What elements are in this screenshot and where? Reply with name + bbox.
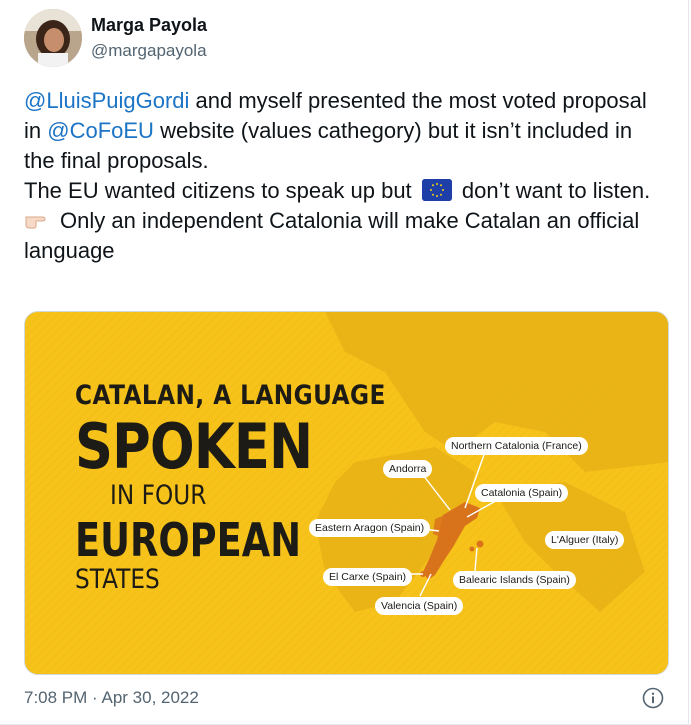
map-label: Northern Catalonia (France): [445, 437, 588, 455]
image-headline-line5: STATES: [75, 564, 160, 595]
eu-flag-icon: [421, 179, 452, 201]
map-label: L'Alguer (Italy): [545, 531, 625, 549]
avatar[interactable]: [24, 9, 82, 67]
image-headline-line1: CATALAN, A LANGUAGE: [75, 380, 386, 411]
mention-link[interactable]: @LluisPuigGordi: [24, 88, 189, 113]
column-divider: [688, 0, 689, 725]
map-label: Andorra: [383, 460, 433, 478]
map-label: Balearic Islands (Spain): [453, 571, 576, 589]
tweet-timestamp[interactable]: 7:08 PM · Apr 30, 2022: [24, 688, 199, 708]
tweet-image[interactable]: CATALAN, A LANGUAGE SPOKEN IN FOUR EUROP…: [24, 311, 669, 675]
tweet-text-part: Only an independent Catalonia will make …: [24, 208, 646, 263]
image-headline-line2: SPOKEN: [75, 410, 313, 483]
tweet-text: @LluisPuigGordi and myself presented the…: [24, 86, 664, 266]
map-label: Eastern Aragon (Spain): [309, 519, 431, 537]
tweet-text-part: don’t want to listen.: [455, 178, 651, 203]
tweet-card: Marga Payola @margapayola @LluisPuigGord…: [0, 0, 691, 725]
map-label: El Carxe (Spain): [323, 568, 413, 586]
mention-link[interactable]: @CoFoEU: [47, 118, 154, 143]
image-headline-line4: EUROPEAN: [75, 513, 302, 567]
author-name[interactable]: Marga Payola: [91, 15, 207, 36]
tweet-text-part: The EU wanted citizens to speak up but: [24, 178, 418, 203]
pointing-hand-icon: [24, 209, 52, 231]
map-label: Valencia (Spain): [375, 597, 464, 615]
info-icon[interactable]: [642, 687, 664, 709]
author-handle[interactable]: @margapayola: [91, 41, 207, 61]
image-headline-line3: IN FOUR: [110, 480, 207, 511]
map-label: Catalonia (Spain): [475, 484, 569, 502]
